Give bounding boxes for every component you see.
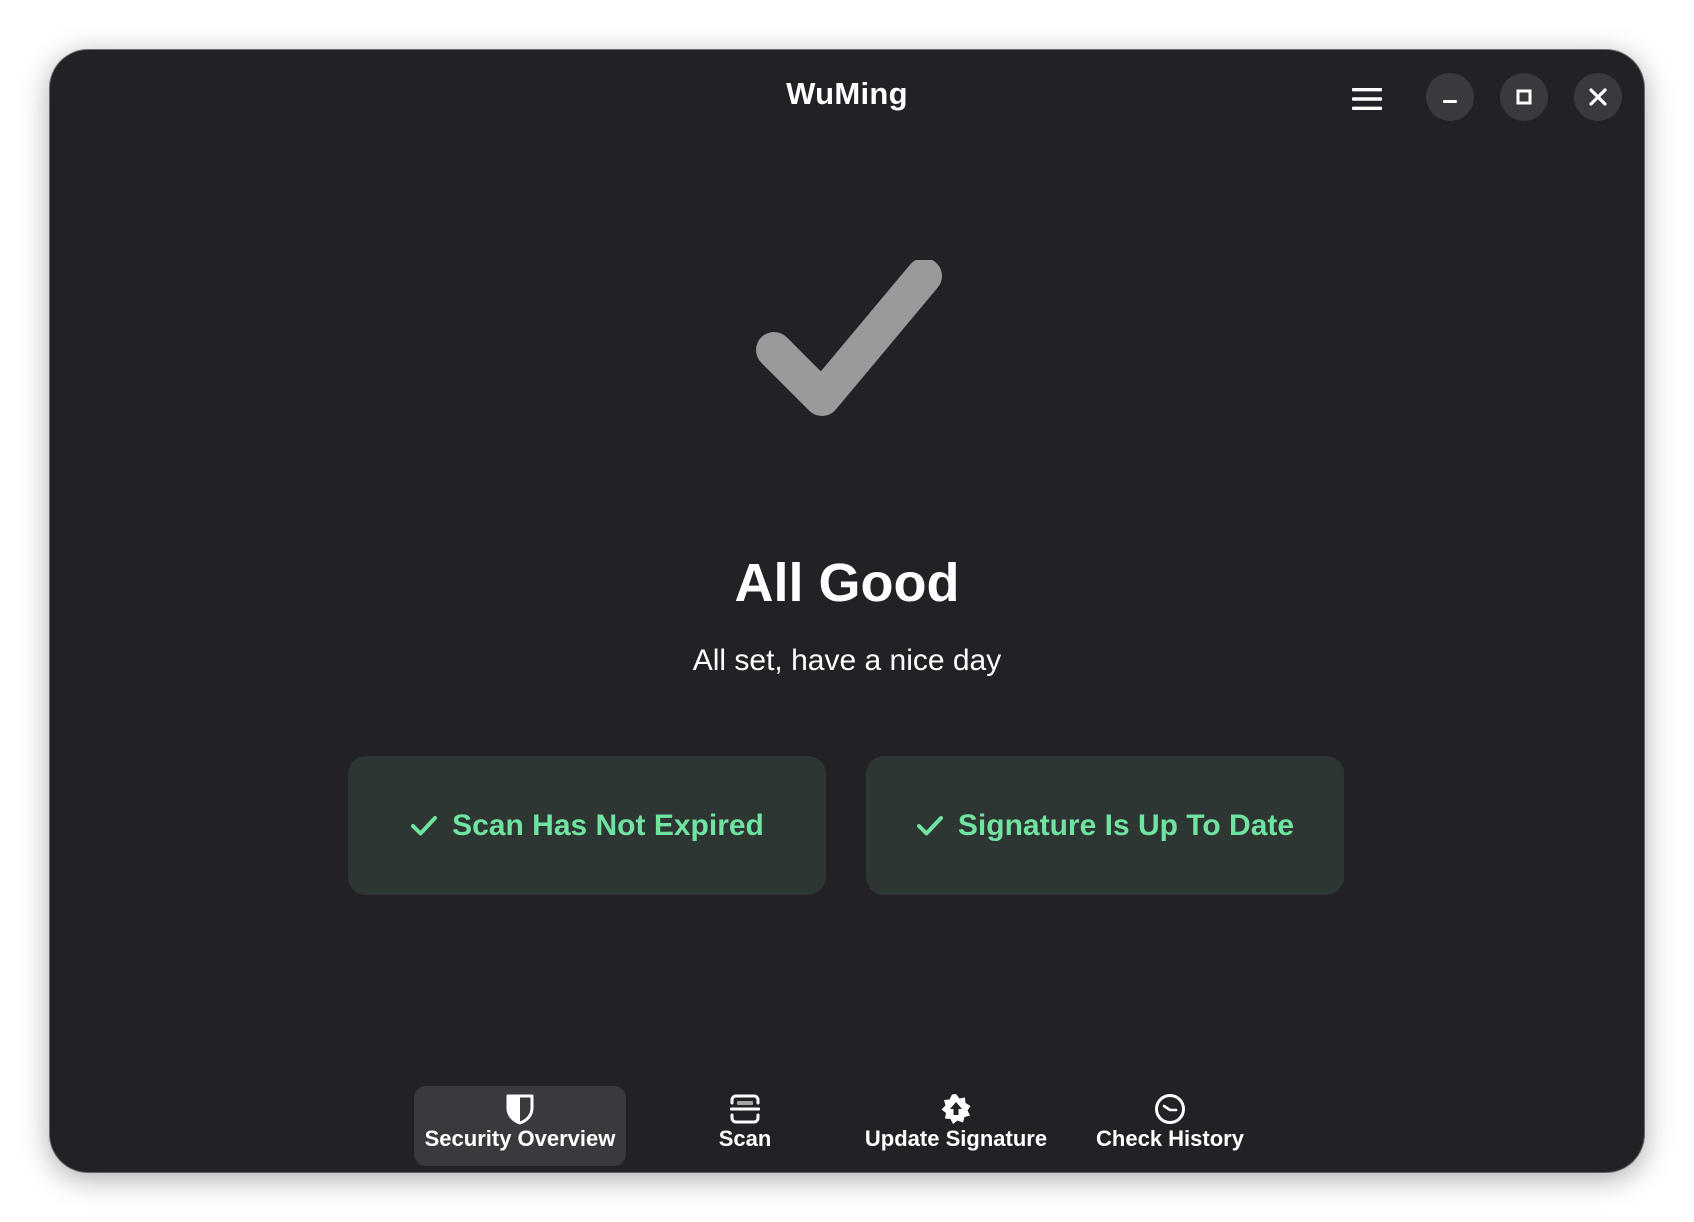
close-button[interactable] [1574,73,1622,121]
close-icon [1589,88,1607,106]
minimize-button[interactable] [1426,73,1474,121]
menu-icon [1352,88,1382,110]
nav-label: Security Overview [424,1126,616,1151]
nav-label: Scan [718,1126,772,1151]
bottom-navigation: Security Overview Scan Update Signature … [50,1086,1644,1166]
check-icon [916,812,944,840]
shield-icon [503,1092,537,1126]
scan-icon [728,1092,762,1126]
status-subtitle: All set, have a nice day [692,644,1002,677]
status-title: All Good [734,553,960,613]
maximize-icon [1516,89,1532,105]
window-title: WuMing [786,76,908,111]
update-badge-icon [939,1092,973,1126]
signature-status-card: Signature Is Up To Date [866,756,1344,895]
nav-check-history[interactable]: Check History [1080,1086,1260,1166]
nav-security-overview[interactable]: Security Overview [414,1086,626,1166]
nav-label: Update Signature [864,1126,1048,1151]
main-menu-button[interactable] [1346,78,1388,120]
signature-status-label: Signature Is Up To Date [957,808,1295,842]
titlebar[interactable]: WuMing [50,50,1644,142]
checkmark-icon [756,260,942,416]
nav-scan[interactable]: Scan [672,1086,818,1166]
nav-update-signature[interactable]: Update Signature [856,1086,1056,1166]
scan-status-label: Scan Has Not Expired [452,808,764,842]
clock-icon [1153,1092,1187,1126]
maximize-button[interactable] [1500,73,1548,121]
app-window: WuMing All Good All set, have a nice day… [50,50,1644,1172]
scan-status-card: Scan Has Not Expired [348,756,826,895]
minimize-icon [1443,100,1457,103]
nav-label: Check History [1096,1126,1244,1151]
check-icon [410,812,438,840]
